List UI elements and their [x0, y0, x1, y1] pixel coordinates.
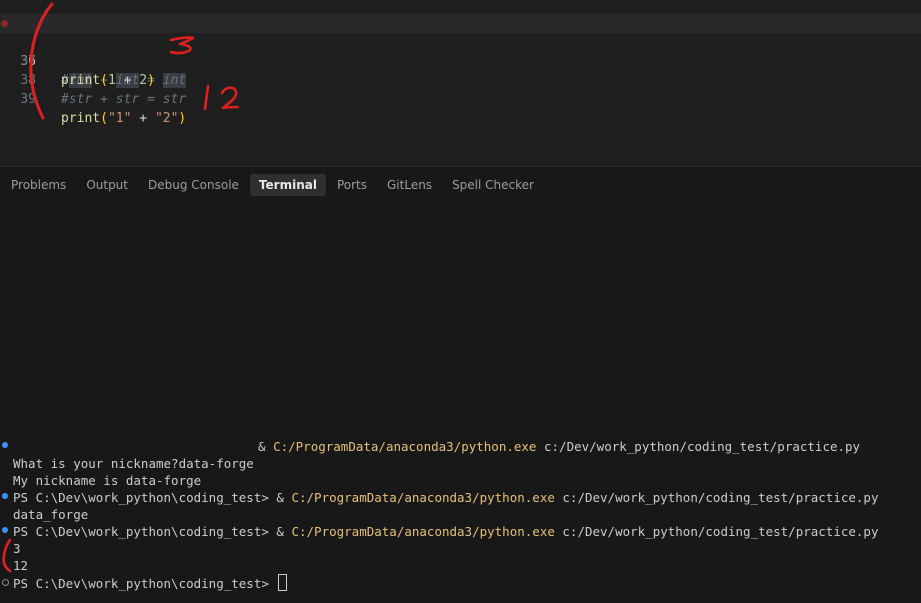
editor-line-37[interactable]: 37 print(1 + 2) [0, 33, 921, 88]
panel-divider[interactable] [0, 166, 921, 167]
terminal-cursor [278, 574, 288, 591]
command-pending-icon[interactable] [2, 579, 9, 586]
command-success-icon[interactable] [2, 442, 8, 448]
tab-spell-checker[interactable]: Spell Checker [443, 174, 543, 196]
tab-terminal[interactable]: Terminal [249, 174, 326, 196]
editor-line-35: 35 [0, 0, 921, 32]
panel-tabs: Problems Output Debug Console Terminal P… [0, 172, 543, 198]
terminal-command-line: PS C:\Dev\work_python\coding_test> & C:/… [13, 490, 879, 505]
tab-output[interactable]: Output [77, 174, 137, 196]
code-editor[interactable]: 35 36 #int + int = int 37 print(1 + 2) 3… [0, 0, 921, 166]
tab-debug-console[interactable]: Debug Console [139, 174, 248, 196]
command-success-icon[interactable] [2, 493, 8, 499]
terminal-output: What is your nickname?data-forge [13, 456, 254, 471]
terminal-panel[interactable]: & C:/ProgramData/anaconda3/python.exe c:… [0, 198, 921, 603]
breakpoint-icon[interactable] [1, 20, 8, 27]
command-success-icon[interactable] [2, 527, 8, 533]
terminal-command-line: PS C:\Dev\work_python\coding_test> & C:/… [13, 524, 879, 539]
tab-ports[interactable]: Ports [328, 174, 376, 196]
code-statement: print("1" + "2") [61, 111, 187, 126]
terminal-command-line: & C:/ProgramData/anaconda3/python.exe c:… [258, 439, 861, 454]
code-comment: #str + str = str [61, 92, 187, 107]
terminal-output: 3 [13, 541, 21, 556]
editor-line-38[interactable]: 38 #str + str = str [0, 52, 921, 107]
terminal-prompt-line[interactable]: PS C:\Dev\work_python\coding_test> [13, 574, 288, 591]
terminal-output: data_forge [13, 507, 89, 522]
tab-problems[interactable]: Problems [2, 174, 75, 196]
line-number: 39 [20, 92, 36, 107]
terminal-output: My nickname is data-forge [13, 473, 202, 488]
tab-gitlens[interactable]: GitLens [378, 174, 441, 196]
vscode-window: 35 36 #int + int = int 37 print(1 + 2) 3… [0, 0, 921, 603]
terminal-output: 12 [13, 558, 29, 573]
editor-line-39[interactable]: 39 print("1" + "2") [0, 71, 921, 126]
editor-line-36[interactable]: 36 #int + int = int [0, 14, 921, 88]
